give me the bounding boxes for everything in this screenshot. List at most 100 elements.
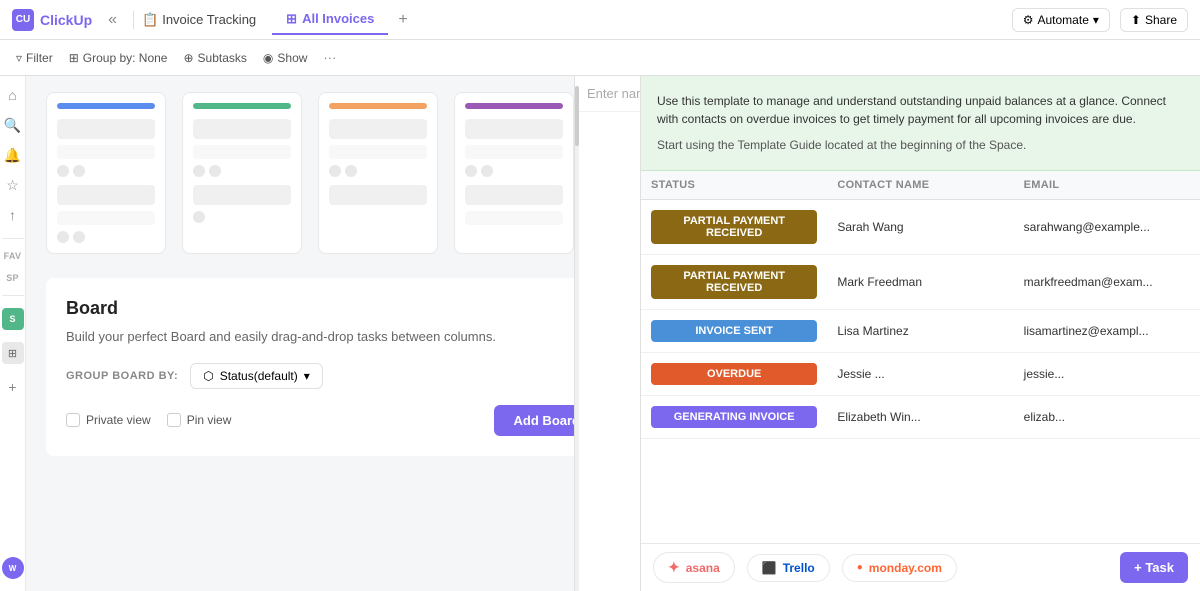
- group-select-value: Status(default): [220, 369, 298, 383]
- status-badge: PARTIAL PAYMENT RECEIVED: [651, 265, 817, 299]
- sidebar-grid-icon[interactable]: ⊞: [2, 342, 24, 364]
- dot: [209, 165, 221, 177]
- pin-view-option: Pin view: [167, 405, 232, 436]
- sidebar-starred-icon[interactable]: ☆: [2, 174, 24, 196]
- col-icons: [193, 165, 291, 177]
- col-icons: [329, 165, 427, 177]
- scrollbar-thumb[interactable]: [575, 86, 579, 146]
- sidebar-avatar[interactable]: W: [2, 557, 24, 579]
- share-label: Share: [1145, 13, 1177, 27]
- table-row: INVOICE SENT Lisa Martinez lisamartinez@…: [641, 310, 1200, 353]
- col-icons: [57, 165, 155, 177]
- name-cell: Mark Freedman: [827, 265, 1013, 299]
- app-name: ClickUp: [40, 12, 92, 28]
- monday-label: monday.com: [869, 561, 942, 575]
- nav-right: ⚙ Automate ▾ ⬆ Share: [1012, 8, 1188, 32]
- card: [329, 119, 427, 139]
- view-dropdown: TASKS ☰ List ⊞ Board ⬡ Calendar ≡ Gantt: [574, 76, 640, 591]
- sidebar-space-icon[interactable]: S: [2, 308, 24, 330]
- dot: [481, 165, 493, 177]
- col-icons: [57, 231, 155, 243]
- sidebar-notifications-icon[interactable]: 🔔: [2, 144, 24, 166]
- dropdown-search-input[interactable]: [587, 86, 640, 101]
- dropdown-search-area: [575, 76, 640, 112]
- name-cell: Jessie ...: [827, 357, 1013, 391]
- top-navigation: CU ClickUp « 📋 Invoice Tracking ⊞ All In…: [0, 0, 1200, 40]
- card: [193, 185, 291, 205]
- show-button[interactable]: ◉ Show: [263, 51, 308, 65]
- private-view-label: Private view: [86, 413, 151, 427]
- toolbar: ▿ Filter ⊞ Group by: None ⊕ Subtasks ◉ S…: [0, 40, 1200, 76]
- dot: [73, 231, 85, 243]
- tab-label: All Invoices: [302, 11, 374, 26]
- sidebar-home-icon[interactable]: ⌂: [2, 84, 24, 106]
- status-badge: GENERATING INVOICE: [651, 406, 817, 428]
- table-row: PARTIAL PAYMENT RECEIVED Mark Freedman m…: [641, 255, 1200, 310]
- table-header: STATUS CONTACT NAME EMAIL: [641, 171, 1200, 200]
- dot: [57, 165, 69, 177]
- dot: [193, 165, 205, 177]
- dot: [193, 211, 205, 223]
- subtasks-button[interactable]: ⊕ Subtasks: [183, 51, 246, 65]
- filter-button[interactable]: ▿ Filter: [16, 51, 53, 65]
- subtasks-icon: ⊕: [183, 51, 193, 65]
- logo-icon: CU: [12, 9, 34, 31]
- card-sm: [329, 145, 427, 159]
- name-cell: Sarah Wang: [827, 210, 1013, 244]
- col-header-blue: [57, 103, 155, 109]
- card-sm: [57, 211, 155, 225]
- email-cell: elizab...: [1014, 400, 1200, 434]
- tab-icon: ⊞: [286, 11, 297, 27]
- dot: [345, 165, 357, 177]
- sidebar-fav-label: FAV: [4, 251, 22, 261]
- col-header-purple: [465, 103, 563, 109]
- group-by-select[interactable]: ⬡ Status(default) ▾: [190, 363, 323, 389]
- card: [329, 185, 427, 205]
- group-by-button[interactable]: ⊞ Group by: None: [69, 51, 168, 65]
- add-tab-button[interactable]: +: [388, 5, 417, 35]
- card: [465, 119, 563, 139]
- col-header-green: [193, 103, 291, 109]
- sidebar-recent-icon[interactable]: ↑: [2, 204, 24, 226]
- private-view-option: Private view: [66, 405, 151, 436]
- col-header-email: EMAIL: [1014, 179, 1200, 191]
- col-icons: [193, 211, 291, 223]
- trello-icon: ⬛: [762, 561, 777, 575]
- board-title: Board: [66, 298, 600, 319]
- private-view-checkbox[interactable]: [66, 413, 80, 427]
- col-header-status: STATUS: [641, 179, 827, 191]
- board-info-panel: Board Build your perfect Board and easil…: [46, 278, 620, 456]
- card-sm: [465, 145, 563, 159]
- description-text: Use this template to manage and understa…: [657, 92, 1184, 128]
- board-col-3: [318, 92, 438, 254]
- collapse-button[interactable]: «: [100, 7, 125, 33]
- col-icons: [465, 165, 563, 177]
- status-cell: OVERDUE: [641, 353, 827, 395]
- automate-button[interactable]: ⚙ Automate ▾: [1012, 8, 1110, 32]
- breadcrumb-icon: 📋: [142, 12, 158, 28]
- share-button[interactable]: ⬆ Share: [1120, 8, 1188, 32]
- sidebar-divider2: [2, 295, 24, 296]
- more-button[interactable]: ···: [323, 50, 336, 65]
- tab-all-invoices[interactable]: ⊞ All Invoices: [272, 5, 388, 35]
- card-sm: [193, 145, 291, 159]
- name-cell: Lisa Martinez: [827, 314, 1013, 348]
- card-sm: [57, 145, 155, 159]
- breadcrumb: 📋 Invoice Tracking: [142, 12, 256, 28]
- nav-tabs: ⊞ All Invoices +: [272, 5, 418, 35]
- card: [193, 119, 291, 139]
- add-task-button[interactable]: + Task: [1120, 552, 1188, 583]
- app-logo[interactable]: CU ClickUp: [12, 9, 92, 31]
- table-row: OVERDUE Jessie ... jessie...: [641, 353, 1200, 396]
- pin-view-checkbox[interactable]: [167, 413, 181, 427]
- sidebar-add-icon[interactable]: +: [2, 376, 24, 398]
- invoice-table: STATUS CONTACT NAME EMAIL PARTIAL PAYMEN…: [641, 171, 1200, 543]
- sidebar-search-icon[interactable]: 🔍: [2, 114, 24, 136]
- board-columns: [46, 92, 620, 254]
- board-col-2: [182, 92, 302, 254]
- board-options: Private view Pin view Add Board: [66, 405, 600, 436]
- main-layout: ⌂ 🔍 🔔 ☆ ↑ FAV SP S ⊞ + W: [0, 76, 1200, 591]
- pin-view-label: Pin view: [187, 413, 232, 427]
- monday-icon: ●: [857, 562, 863, 573]
- sidebar-divider: [2, 238, 24, 239]
